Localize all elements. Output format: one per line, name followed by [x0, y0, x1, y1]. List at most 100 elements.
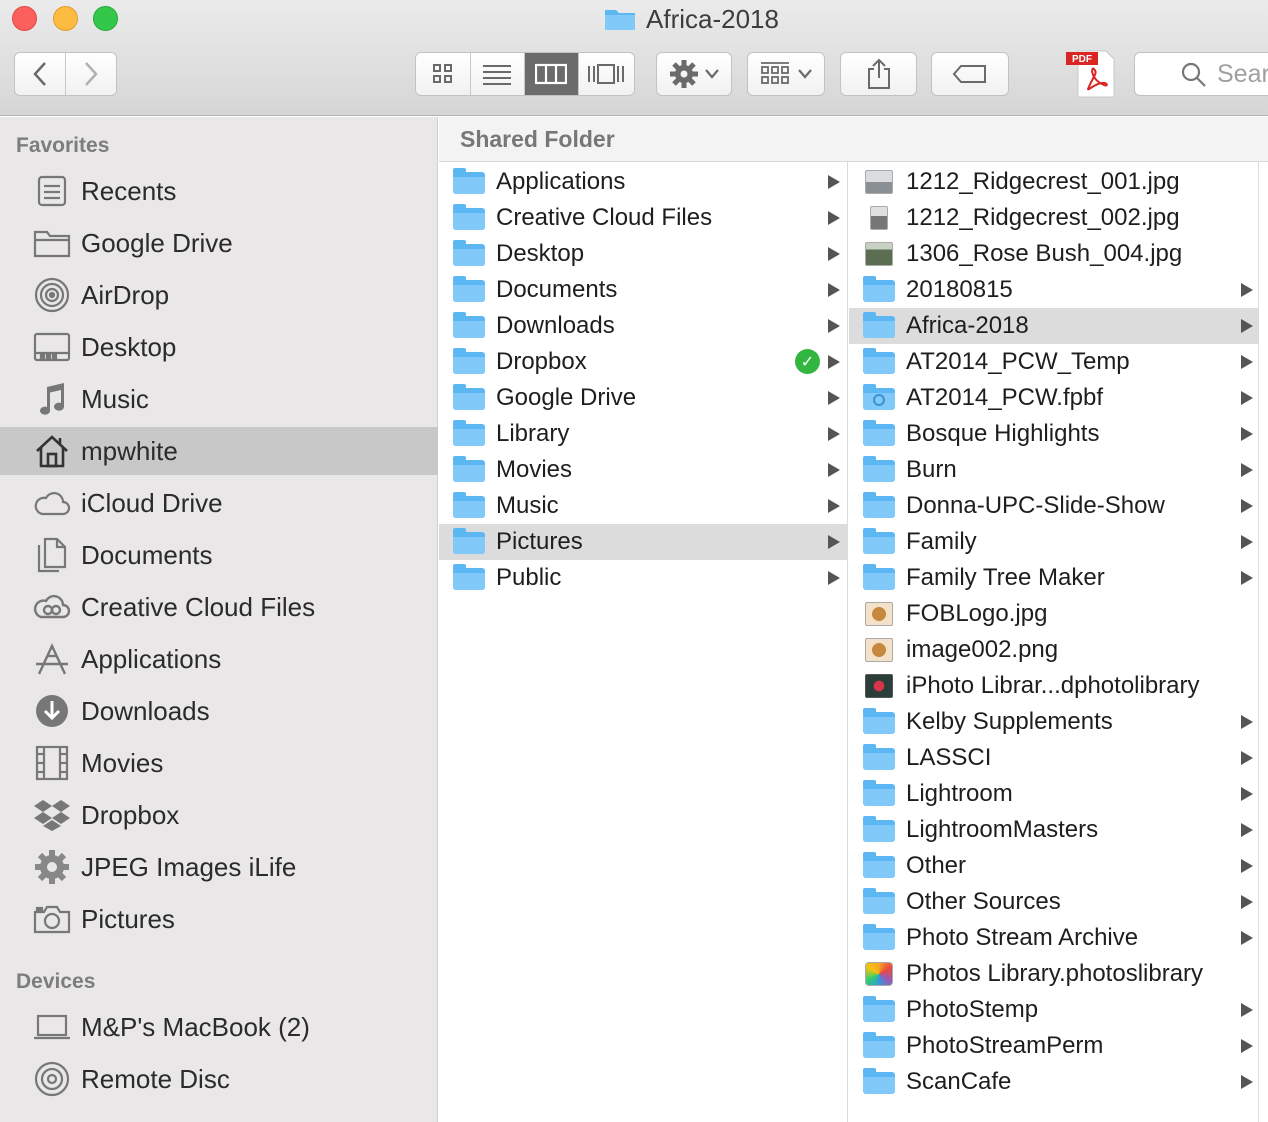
sidebar-item-applications[interactable]: Applications	[0, 635, 438, 683]
image-thumbnail-icon	[863, 168, 895, 196]
sidebar-item-dropbox[interactable]: Dropbox	[0, 791, 438, 839]
item-label: Movies	[496, 456, 573, 483]
gallery-view-button[interactable]	[578, 53, 634, 95]
list-item-file[interactable]: 1212_Ridgecrest_001.jpg	[849, 164, 1259, 200]
list-item-folder[interactable]: Bosque Highlights	[849, 416, 1259, 452]
creative-cloud-icon	[33, 588, 71, 626]
column-view-button[interactable]	[525, 53, 579, 95]
item-label: image002.png	[906, 636, 1059, 663]
sidebar-item-google-drive[interactable]: Google Drive	[0, 219, 438, 267]
cloud-icon	[33, 484, 71, 522]
close-window-button[interactable]	[12, 6, 37, 31]
action-menu-button[interactable]	[656, 52, 732, 96]
list-item-folder[interactable]: Africa-2018	[849, 308, 1259, 344]
list-item-folder[interactable]: LightroomMasters	[849, 812, 1259, 848]
list-item-folder[interactable]: Photo Stream Archive	[849, 920, 1259, 956]
item-label: Lightroom	[906, 780, 1013, 807]
share-button[interactable]	[840, 52, 917, 96]
icon-view-button[interactable]	[416, 53, 471, 95]
list-item-library[interactable]: Library	[439, 416, 848, 452]
item-label: Donna-UPC-Slide-Show	[906, 492, 1165, 519]
list-item-folder[interactable]: AT2014_PCW.fpbf	[849, 380, 1259, 416]
arrange-menu-button[interactable]	[747, 52, 825, 96]
package-folder-icon	[863, 384, 895, 412]
list-item-folder[interactable]: LASSCI	[849, 740, 1259, 776]
edit-tags-button[interactable]	[931, 52, 1009, 96]
sidebar-item-icloud-drive[interactable]: iCloud Drive	[0, 479, 438, 527]
list-item-public[interactable]: Public	[439, 560, 848, 596]
sidebar-item-remote-disc[interactable]: Remote Disc	[0, 1055, 438, 1103]
list-item-movies[interactable]: Movies	[439, 452, 848, 488]
disclosure-arrow-icon	[1241, 1003, 1253, 1017]
list-item-folder[interactable]: Other	[849, 848, 1259, 884]
list-item-folder[interactable]: Family	[849, 524, 1259, 560]
disclosure-arrow-icon	[828, 391, 840, 405]
folder-icon	[863, 348, 895, 376]
list-item-file[interactable]: FOBLogo.jpg	[849, 596, 1259, 632]
list-item-file[interactable]: image002.png	[849, 632, 1259, 668]
sidebar-item-movies[interactable]: Movies	[0, 739, 438, 787]
list-item-folder[interactable]: AT2014_PCW_Temp	[849, 344, 1259, 380]
item-label: Downloads	[496, 312, 615, 339]
list-item-folder[interactable]: ScanCafe	[849, 1064, 1259, 1100]
list-item-pictures[interactable]: Pictures	[439, 524, 848, 560]
list-item-file[interactable]: Photos Library.photoslibrary	[849, 956, 1259, 992]
sidebar-item-music[interactable]: Music	[0, 375, 438, 423]
sidebar-item-recents[interactable]: Recents	[0, 167, 438, 215]
list-item-folder[interactable]: PhotoStemp	[849, 992, 1259, 1028]
list-view-button[interactable]	[470, 53, 525, 95]
tag-icon	[952, 65, 986, 83]
zoom-window-button[interactable]	[93, 6, 118, 31]
path-header: Shared Folder	[439, 117, 1268, 162]
disclosure-arrow-icon	[1241, 895, 1253, 909]
sidebar-item-creative-cloud-files[interactable]: Creative Cloud Files	[0, 583, 438, 631]
folder-icon	[453, 564, 485, 592]
folder-icon	[863, 888, 895, 916]
sidebar-item-documents[interactable]: Documents	[0, 531, 438, 579]
sidebar-item-label: JPEG Images iLife	[81, 851, 297, 882]
sidebar-item-pictures[interactable]: Pictures	[0, 895, 438, 943]
forward-button[interactable]	[65, 53, 116, 95]
sidebar-item-airdrop[interactable]: AirDrop	[0, 271, 438, 319]
list-item-folder[interactable]: Other Sources	[849, 884, 1259, 920]
list-item-desktop[interactable]: Desktop	[439, 236, 848, 272]
photos-library-icon	[863, 960, 895, 988]
sidebar-item-desktop[interactable]: Desktop	[0, 323, 438, 371]
list-item-folder[interactable]: PhotoStreamPerm	[849, 1028, 1259, 1064]
disclosure-arrow-icon	[828, 571, 840, 585]
list-item-downloads[interactable]: Downloads	[439, 308, 848, 344]
list-item-file[interactable]: 1306_Rose Bush_004.jpg	[849, 236, 1259, 272]
back-button[interactable]	[15, 53, 66, 95]
list-item-file[interactable]: iPhoto Librar...dphotolibrary	[849, 668, 1259, 704]
search-placeholder: Sear	[1217, 59, 1268, 88]
folder-icon	[863, 708, 895, 736]
film-icon	[33, 744, 71, 782]
sidebar-item-label: Applications	[81, 643, 222, 674]
list-item-dropbox[interactable]: Dropbox ✓	[439, 344, 848, 380]
list-item-documents[interactable]: Documents	[439, 272, 848, 308]
list-item-folder[interactable]: Burn	[849, 452, 1259, 488]
sidebar-item-jpeg-images-ilife[interactable]: JPEG Images iLife	[0, 843, 438, 891]
disclosure-arrow-icon	[1241, 535, 1253, 549]
list-item-creative-cloud-files[interactable]: Creative Cloud Files	[439, 200, 848, 236]
document-icon	[33, 536, 71, 574]
folder-icon	[453, 528, 485, 556]
list-item-music[interactable]: Music	[439, 488, 848, 524]
list-item-file[interactable]: 1212_Ridgecrest_002.jpg	[849, 200, 1259, 236]
sidebar-item-mpwhite[interactable]: mpwhite	[0, 427, 438, 475]
item-label: iPhoto Librar...dphotolibrary	[906, 672, 1200, 699]
gear-icon	[670, 60, 698, 88]
list-item-folder[interactable]: Family Tree Maker	[849, 560, 1259, 596]
sidebar-item-macbook[interactable]: M&P's MacBook (2)	[0, 1003, 438, 1051]
list-item-folder[interactable]: 20180815	[849, 272, 1259, 308]
list-item-folder[interactable]: Kelby Supplements	[849, 704, 1259, 740]
minimize-window-button[interactable]	[53, 6, 78, 31]
sidebar-item-label: Desktop	[81, 331, 177, 362]
list-item-folder[interactable]: Lightroom	[849, 776, 1259, 812]
pdf-app-button[interactable]: PDF	[1064, 49, 1116, 99]
sidebar-item-downloads[interactable]: Downloads	[0, 687, 438, 735]
list-item-applications[interactable]: Applications	[439, 164, 848, 200]
list-item-google-drive[interactable]: Google Drive	[439, 380, 848, 416]
search-field[interactable]: Sear	[1134, 52, 1268, 96]
list-item-folder[interactable]: Donna-UPC-Slide-Show	[849, 488, 1259, 524]
